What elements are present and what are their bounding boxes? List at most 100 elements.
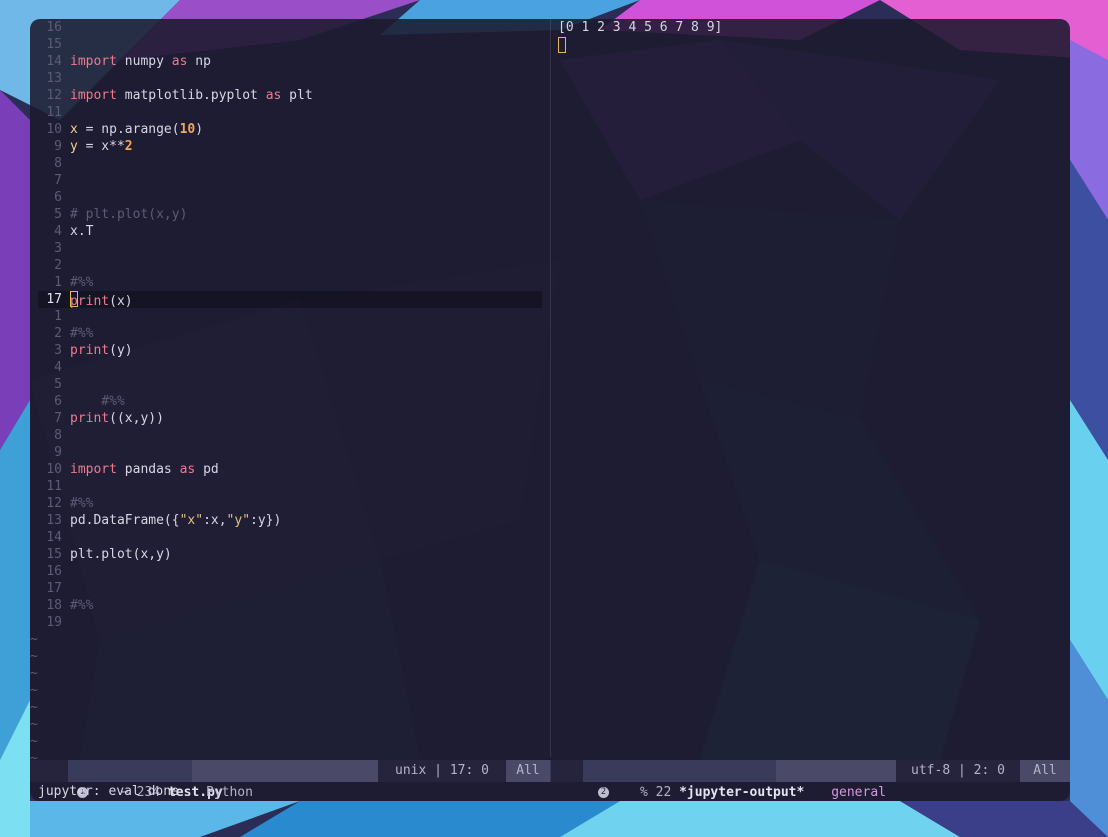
code-line[interactable]: 16 [30, 19, 550, 36]
code-token: y [70, 139, 78, 154]
line-number: 1 [54, 309, 62, 324]
line-number: 12 [46, 88, 62, 103]
code-text: import numpy as np [70, 53, 211, 70]
code-line[interactable]: 4 x.T [30, 223, 550, 240]
empty-line-tilde: ~ [30, 717, 38, 732]
code-token: np [187, 54, 211, 69]
window-number-right[interactable]: 2 [551, 760, 609, 798]
code-token: #%% [70, 394, 125, 409]
code-text: plt.plot(x,y) [70, 546, 172, 563]
code-editor-pane[interactable]: 16 15 14 import numpy as np 13 12 import matpl… [30, 19, 550, 766]
line-number: 2 [54, 326, 62, 341]
code-line[interactable]: 3 print(y) [30, 342, 550, 359]
line-number: 6 [54, 190, 62, 205]
code-line[interactable]: 19 [30, 614, 550, 631]
code-line[interactable]: 8 [30, 155, 550, 172]
code-line[interactable]: 11 [30, 478, 550, 495]
line-number: 16 [46, 564, 62, 579]
code-line[interactable]: 5 [30, 376, 550, 393]
line-number: 13 [46, 513, 62, 528]
code-line[interactable]: 13 pd.DataFrame({"x":x,"y":y}) [30, 512, 550, 529]
code-token: = x** [77, 139, 125, 154]
code-line[interactable]: 9y = x**2 [30, 138, 550, 155]
code-line[interactable]: 1 [30, 308, 550, 325]
code-line[interactable]: 15 [30, 36, 550, 53]
line-number: 17 [46, 292, 62, 307]
scroll-position-right: All [1020, 760, 1070, 782]
code-line[interactable]: 5 # plt.plot(x,y) [30, 206, 550, 223]
jupyter-output-pane[interactable]: [0 1 2 3 4 5 6 7 8 9] [551, 19, 1070, 757]
code-line[interactable]: 3 [30, 240, 550, 257]
empty-line-tilde: ~ [30, 700, 38, 715]
code-line[interactable]: 13 [30, 70, 550, 87]
code-text: #%% [70, 495, 93, 512]
empty-line-tilde: ~ [30, 683, 38, 698]
code-line[interactable]: 7 print((x,y)) [30, 410, 550, 427]
code-line[interactable]: 14 [30, 529, 550, 546]
code-token: pandas [116, 462, 180, 477]
line-number: 4 [54, 360, 62, 375]
echo-area-message: jupyter: eval done [38, 784, 179, 799]
code-line[interactable]: 14 import numpy as np [30, 53, 550, 70]
code-line[interactable]: 16 [30, 563, 550, 580]
line-number: 10 [46, 462, 62, 477]
code-token: pd.DataFrame({ [70, 513, 180, 528]
empty-line-tilde: ~ [30, 666, 38, 681]
code-line[interactable]: 11 [30, 104, 550, 121]
code-token: plt.plot(x,y) [70, 547, 172, 562]
code-line[interactable]: 18 #%% [30, 597, 550, 614]
code-line[interactable]: 2 [30, 257, 550, 274]
buffer-size-right: 22 [655, 785, 672, 800]
line-number: 5 [54, 207, 62, 222]
code-line[interactable]: 15 plt.plot(x,y) [30, 546, 550, 563]
line-number: 14 [46, 530, 62, 545]
code-line[interactable]: 17 [30, 580, 550, 597]
line-number: 7 [54, 173, 62, 188]
code-line[interactable]: 10 x = np.arange(10) [30, 121, 550, 138]
major-mode-right[interactable]: general [776, 760, 896, 800]
line-number: 6 [54, 394, 62, 409]
code-line[interactable]: 9 [30, 444, 550, 461]
code-line[interactable]: 2 #%% [30, 325, 550, 342]
code-text: print(y) [70, 342, 133, 359]
encoding-position-left: unix | 17: 0 [378, 760, 506, 782]
code-token: print [70, 294, 110, 309]
line-number: 8 [54, 428, 62, 443]
line-number: 7 [54, 411, 62, 426]
line-number: 4 [54, 224, 62, 239]
code-line[interactable]: 8 [30, 427, 550, 444]
code-token: print [70, 411, 110, 426]
code-token: (y) [109, 343, 133, 358]
code-text: #%% [70, 597, 93, 614]
code-line[interactable]: 12 import matplotlib.pyplot as plt [30, 87, 550, 104]
code-line[interactable]: 6 [30, 189, 550, 206]
code-line[interactable]: 6 #%% [30, 393, 550, 410]
major-mode-left[interactable]: Python edit [192, 760, 378, 800]
code-line[interactable]: 1 #%% [30, 274, 550, 291]
code-token: pd [195, 462, 219, 477]
window-number-left[interactable]: 1 [30, 760, 88, 798]
line-number: 10 [46, 122, 62, 137]
code-token: #%% [70, 275, 94, 290]
code-line[interactable]: 12 #%% [30, 495, 550, 512]
encoding-position-right: utf-8 | 2: 0 [896, 760, 1020, 782]
code-token: import [70, 54, 117, 69]
empty-line-tilde: ~ [30, 632, 38, 647]
code-text: # plt.plot(x,y) [70, 206, 187, 223]
code-line[interactable]: 7 [30, 172, 550, 189]
code-token: as [265, 88, 282, 103]
major-mode-label: Python [206, 785, 253, 800]
output-cursor [558, 37, 566, 53]
code-token: :x, [203, 513, 227, 528]
line-number: 16 [46, 20, 62, 35]
code-line[interactable]: 4 [30, 359, 550, 376]
code-text: print((x,y)) [70, 410, 164, 427]
current-code-line[interactable]: 17 print(x) [30, 291, 550, 309]
code-token: #%% [70, 326, 94, 341]
code-token: x [70, 122, 78, 137]
code-token: 10 [179, 122, 196, 137]
emacs-window: 16 15 14 import numpy as np 13 12 import matpl… [30, 19, 1070, 801]
code-line[interactable]: 10 import pandas as pd [30, 461, 550, 478]
buffer-info-right[interactable]: % 22 *jupyter-output* [593, 760, 804, 800]
code-token: as [171, 54, 188, 69]
